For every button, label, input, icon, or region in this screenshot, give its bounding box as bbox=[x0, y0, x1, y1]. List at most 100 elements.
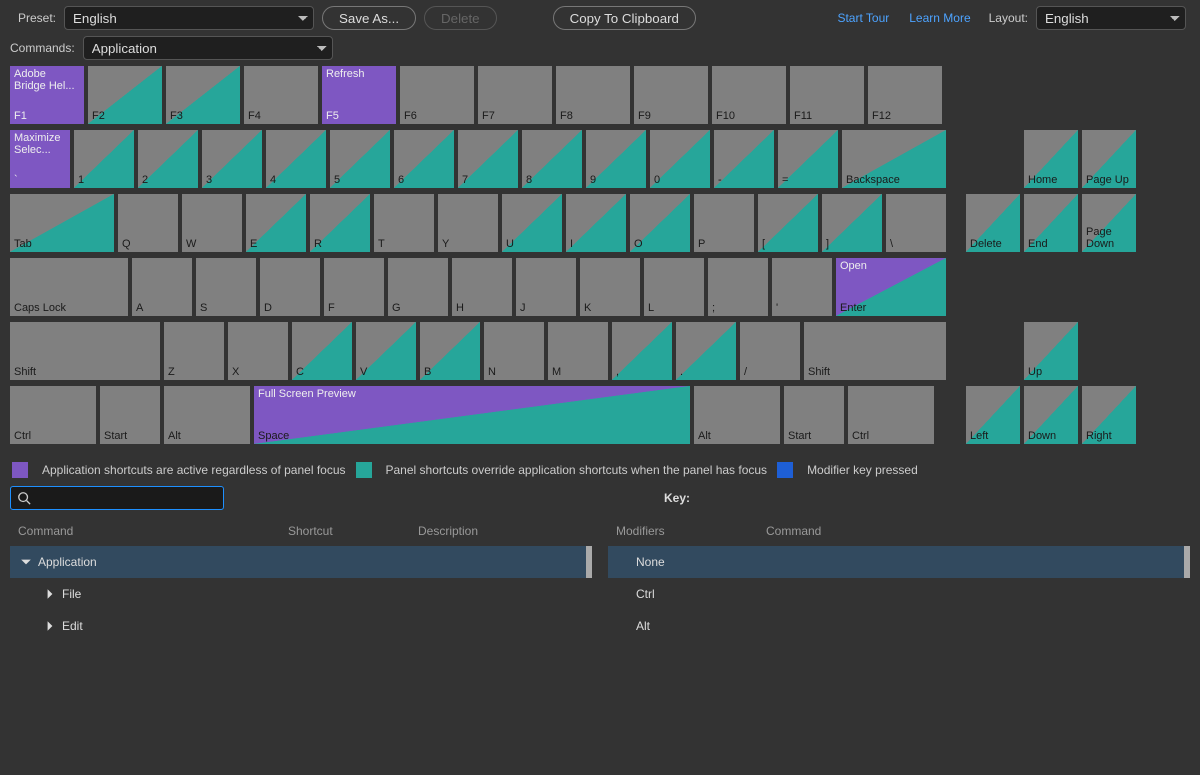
key-delete[interactable]: Delete bbox=[966, 194, 1020, 252]
key-alt[interactable]: Alt bbox=[694, 386, 780, 444]
key-y[interactable]: Y bbox=[438, 194, 498, 252]
key-page-up[interactable]: Page Up bbox=[1082, 130, 1136, 188]
learn-more-link[interactable]: Learn More bbox=[909, 11, 970, 25]
start-tour-link[interactable]: Start Tour bbox=[837, 11, 889, 25]
key-end[interactable]: End bbox=[1024, 194, 1078, 252]
key--[interactable]: . bbox=[676, 322, 736, 380]
key-u[interactable]: U bbox=[502, 194, 562, 252]
key--[interactable]: ' bbox=[772, 258, 832, 316]
key-q[interactable]: Q bbox=[118, 194, 178, 252]
command-row[interactable]: File bbox=[10, 578, 592, 610]
save-as-button[interactable]: Save As... bbox=[322, 6, 416, 30]
key-f11[interactable]: F11 bbox=[790, 66, 864, 124]
key-f3[interactable]: F3 bbox=[166, 66, 240, 124]
preset-select[interactable]: English bbox=[64, 6, 314, 30]
key-c[interactable]: C bbox=[292, 322, 352, 380]
key-k[interactable]: K bbox=[580, 258, 640, 316]
key-enter[interactable]: OpenEnter bbox=[836, 258, 946, 316]
key-r[interactable]: R bbox=[310, 194, 370, 252]
key--[interactable]: / bbox=[740, 322, 800, 380]
key-g[interactable]: G bbox=[388, 258, 448, 316]
key-down[interactable]: Down bbox=[1024, 386, 1078, 444]
key-f4[interactable]: F4 bbox=[244, 66, 318, 124]
key--[interactable]: Maximize Selec...` bbox=[10, 130, 70, 188]
key-f8[interactable]: F8 bbox=[556, 66, 630, 124]
key-8[interactable]: 8 bbox=[522, 130, 582, 188]
key--[interactable]: , bbox=[612, 322, 672, 380]
key-v[interactable]: V bbox=[356, 322, 416, 380]
delete-button[interactable]: Delete bbox=[424, 6, 497, 30]
key-2[interactable]: 2 bbox=[138, 130, 198, 188]
modifier-row[interactable]: Ctrl bbox=[608, 578, 1190, 610]
key-o[interactable]: O bbox=[630, 194, 690, 252]
key-w[interactable]: W bbox=[182, 194, 242, 252]
key-home[interactable]: Home bbox=[1024, 130, 1078, 188]
key-m[interactable]: M bbox=[548, 322, 608, 380]
key--[interactable]: [ bbox=[758, 194, 818, 252]
key-f7[interactable]: F7 bbox=[478, 66, 552, 124]
key-start[interactable]: Start bbox=[784, 386, 844, 444]
key-a[interactable]: A bbox=[132, 258, 192, 316]
search-input[interactable] bbox=[35, 490, 217, 507]
key--[interactable]: ] bbox=[822, 194, 882, 252]
modifier-row[interactable]: None bbox=[608, 546, 1190, 578]
key-5[interactable]: 5 bbox=[330, 130, 390, 188]
key-f1[interactable]: Adobe Bridge Hel...F1 bbox=[10, 66, 84, 124]
key-f2[interactable]: F2 bbox=[88, 66, 162, 124]
key-up[interactable]: Up bbox=[1024, 322, 1078, 380]
key-tab[interactable]: Tab bbox=[10, 194, 114, 252]
search-box[interactable] bbox=[10, 486, 224, 510]
key-backspace[interactable]: Backspace bbox=[842, 130, 946, 188]
layout-select[interactable]: English bbox=[1036, 6, 1186, 30]
modifier-row[interactable]: Alt bbox=[608, 610, 1190, 642]
key-p[interactable]: P bbox=[694, 194, 754, 252]
key-l[interactable]: L bbox=[644, 258, 704, 316]
key-h[interactable]: H bbox=[452, 258, 512, 316]
key--[interactable]: \ bbox=[886, 194, 946, 252]
command-row[interactable]: Edit bbox=[10, 610, 592, 642]
key-shift[interactable]: Shift bbox=[10, 322, 160, 380]
commands-select[interactable]: Application bbox=[83, 36, 333, 60]
key-4[interactable]: 4 bbox=[266, 130, 326, 188]
chevron-down-icon bbox=[20, 556, 32, 568]
key-3[interactable]: 3 bbox=[202, 130, 262, 188]
key-t[interactable]: T bbox=[374, 194, 434, 252]
key-x[interactable]: X bbox=[228, 322, 288, 380]
key-i[interactable]: I bbox=[566, 194, 626, 252]
chevron-right-icon bbox=[44, 588, 56, 600]
key-0[interactable]: 0 bbox=[650, 130, 710, 188]
key-s[interactable]: S bbox=[196, 258, 256, 316]
key-page-down[interactable]: Page Down bbox=[1082, 194, 1136, 252]
key-left[interactable]: Left bbox=[966, 386, 1020, 444]
command-row[interactable]: Application bbox=[10, 546, 592, 578]
key-f[interactable]: F bbox=[324, 258, 384, 316]
key-6[interactable]: 6 bbox=[394, 130, 454, 188]
key-e[interactable]: E bbox=[246, 194, 306, 252]
key--[interactable]: = bbox=[778, 130, 838, 188]
key-f6[interactable]: F6 bbox=[400, 66, 474, 124]
key-caps-lock[interactable]: Caps Lock bbox=[10, 258, 128, 316]
key--[interactable]: - bbox=[714, 130, 774, 188]
key-z[interactable]: Z bbox=[164, 322, 224, 380]
key-f10[interactable]: F10 bbox=[712, 66, 786, 124]
key-f5[interactable]: RefreshF5 bbox=[322, 66, 396, 124]
key-b[interactable]: B bbox=[420, 322, 480, 380]
key--[interactable]: ; bbox=[708, 258, 768, 316]
key-space[interactable]: Full Screen PreviewSpace bbox=[254, 386, 690, 444]
key-f9[interactable]: F9 bbox=[634, 66, 708, 124]
key-1[interactable]: 1 bbox=[74, 130, 134, 188]
key-n[interactable]: N bbox=[484, 322, 544, 380]
copy-clipboard-button[interactable]: Copy To Clipboard bbox=[553, 6, 696, 30]
key-start[interactable]: Start bbox=[100, 386, 160, 444]
key-right[interactable]: Right bbox=[1082, 386, 1136, 444]
keyboard-main: Adobe Bridge Hel...F1F2F3F4RefreshF5F6F7… bbox=[10, 66, 946, 450]
key-f12[interactable]: F12 bbox=[868, 66, 942, 124]
key-7[interactable]: 7 bbox=[458, 130, 518, 188]
key-d[interactable]: D bbox=[260, 258, 320, 316]
key-shift[interactable]: Shift bbox=[804, 322, 946, 380]
key-9[interactable]: 9 bbox=[586, 130, 646, 188]
key-ctrl[interactable]: Ctrl bbox=[848, 386, 934, 444]
key-ctrl[interactable]: Ctrl bbox=[10, 386, 96, 444]
key-alt[interactable]: Alt bbox=[164, 386, 250, 444]
key-j[interactable]: J bbox=[516, 258, 576, 316]
